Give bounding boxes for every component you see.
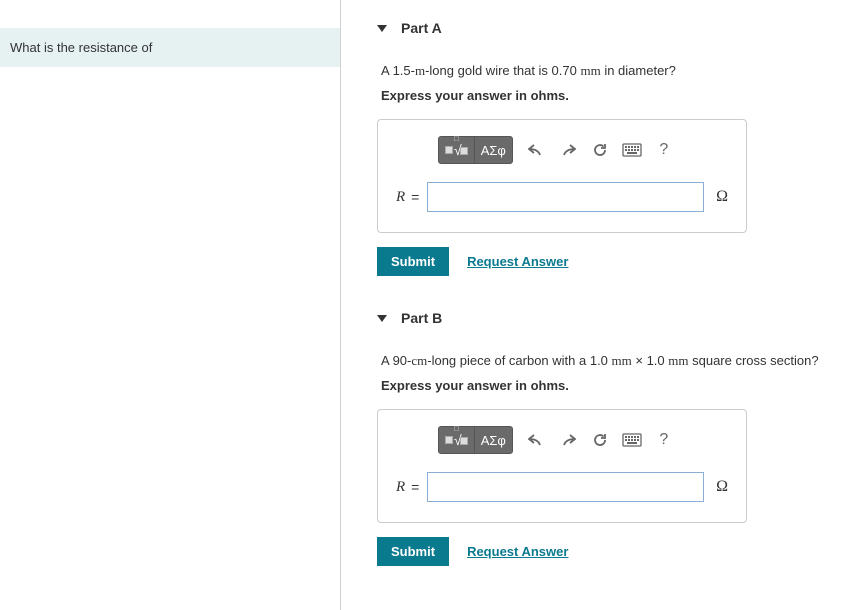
unit-label: Ω [716, 478, 728, 496]
undo-icon[interactable] [523, 426, 549, 454]
part-a: Part A A 1.5-m-long gold wire that is 0.… [377, 20, 833, 276]
request-answer-link[interactable]: Request Answer [467, 254, 568, 269]
parts-panel: Part A A 1.5-m-long gold wire that is 0.… [341, 0, 863, 610]
equals-sign: = [411, 189, 419, 205]
request-answer-link[interactable]: Request Answer [467, 544, 568, 559]
part-a-actions: Submit Request Answer [377, 247, 833, 276]
part-b-answer-box: □ √ ΑΣφ [377, 409, 747, 523]
part-b-answer-input[interactable] [427, 472, 704, 502]
symbols-button[interactable]: ΑΣφ [474, 426, 513, 454]
template-icon: □ √ [445, 142, 468, 158]
problem-prompt: What is the resistance of [0, 28, 340, 67]
chevron-down-icon [377, 25, 387, 32]
submit-button[interactable]: Submit [377, 537, 449, 566]
part-a-input-row: R = Ω [396, 182, 728, 212]
part-b-question: A 90-cm-long piece of carbon with a 1.0 … [381, 352, 833, 370]
redo-icon[interactable] [555, 426, 581, 454]
unit-label: Ω [716, 188, 728, 206]
templates-button[interactable]: □ √ [438, 426, 475, 454]
part-b-input-row: R = Ω [396, 472, 728, 502]
redo-icon[interactable] [555, 136, 581, 164]
templates-button[interactable]: □ √ [438, 136, 475, 164]
help-icon[interactable]: ? [651, 426, 677, 454]
help-icon[interactable]: ? [651, 136, 677, 164]
part-a-question: A 1.5-m-long gold wire that is 0.70 mm i… [381, 62, 833, 80]
keyboard-icon[interactable] [619, 136, 645, 164]
part-a-answer-input[interactable] [427, 182, 704, 212]
undo-icon[interactable] [523, 136, 549, 164]
reset-icon[interactable] [587, 136, 613, 164]
variable-label: R [396, 479, 405, 496]
keyboard-icon[interactable] [619, 426, 645, 454]
reset-icon[interactable] [587, 426, 613, 454]
part-b: Part B A 90-cm-long piece of carbon with… [377, 310, 833, 566]
part-a-instruction: Express your answer in ohms. [381, 88, 833, 103]
part-a-header[interactable]: Part A [377, 20, 833, 36]
part-b-actions: Submit Request Answer [377, 537, 833, 566]
template-icon: □ √ [445, 432, 468, 448]
part-a-toolbar: □ √ ΑΣφ [438, 136, 728, 164]
part-a-title: Part A [401, 20, 442, 36]
part-a-answer-box: □ √ ΑΣφ [377, 119, 747, 233]
symbols-button[interactable]: ΑΣφ [474, 136, 513, 164]
part-b-header[interactable]: Part B [377, 310, 833, 326]
chevron-down-icon [377, 315, 387, 322]
part-b-instruction: Express your answer in ohms. [381, 378, 833, 393]
part-b-toolbar: □ √ ΑΣφ [438, 426, 728, 454]
equals-sign: = [411, 479, 419, 495]
part-b-title: Part B [401, 310, 442, 326]
variable-label: R [396, 189, 405, 206]
left-panel: What is the resistance of [0, 0, 340, 610]
submit-button[interactable]: Submit [377, 247, 449, 276]
